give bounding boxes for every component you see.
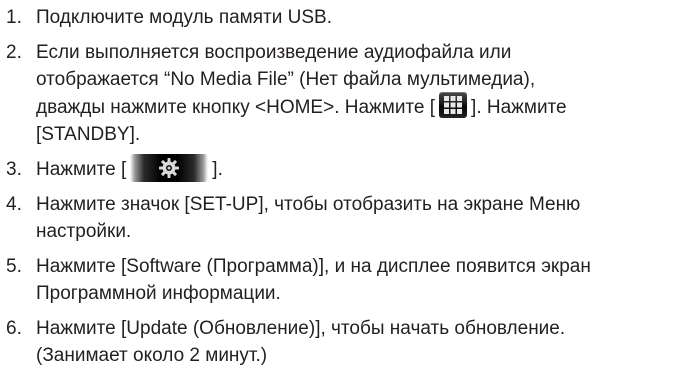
step-text: ].	[212, 158, 223, 180]
grid-menu-icon	[439, 92, 468, 119]
step-1: 1. Подключите модуль памяти USB.	[6, 4, 696, 32]
step-text-line: (Занимает около 2 минут.)	[36, 345, 268, 366]
step-2: 2. Если выполняется воспроизведение ауди…	[6, 39, 696, 149]
step-text-line: Если выполняется воспроизведение аудиофа…	[36, 41, 512, 63]
step-text-line: отображается “No Media File” (Нет файла …	[36, 69, 536, 90]
step-text-line: настройки.	[36, 221, 132, 242]
step-number: 2.	[6, 41, 22, 63]
step-body: Если выполняется воспроизведение аудиофа…	[36, 39, 696, 149]
step-text-line: [STANDBY].	[36, 124, 141, 145]
step-6: 6. Нажмите [Update (Обновление)], чтобы …	[6, 315, 696, 370]
step-number: 5.	[6, 255, 22, 277]
step-text: Подключите модуль памяти USB.	[36, 7, 332, 28]
step-5: 5. Нажмите [Software (Программа)], и на …	[6, 253, 696, 308]
step-text: Нажмите [	[36, 158, 127, 180]
step-text-line: Нажмите значок [SET-UP], чтобы отобразит…	[36, 193, 581, 215]
step-3: 3. Нажмите [].	[6, 153, 696, 184]
step-text-line: Нажмите [Software (Программа)], и на дис…	[36, 255, 591, 277]
step-text-line: ]. Нажмите	[471, 96, 567, 118]
step-body: Нажмите [Software (Программа)], и на дис…	[36, 253, 696, 308]
step-text-line: дважды нажмите кнопку <HOME>. Нажмите [	[36, 96, 436, 118]
step-text-line: Нажмите [Update (Обновление)], чтобы нач…	[36, 317, 566, 339]
step-number: 1.	[6, 7, 22, 28]
step-number: 3.	[6, 158, 22, 180]
step-number: 4.	[6, 193, 22, 215]
step-4: 4. Нажмите значок [SET-UP], чтобы отобра…	[6, 191, 696, 246]
step-number: 6.	[6, 317, 22, 339]
step-body: Нажмите [].	[36, 153, 696, 184]
instruction-list: 1. Подключите модуль памяти USB. 2. Если…	[6, 4, 696, 377]
step-body: Нажмите [Update (Обновление)], чтобы нач…	[36, 315, 696, 370]
gear-settings-icon	[130, 153, 209, 182]
step-body: Нажмите значок [SET-UP], чтобы отобразит…	[36, 191, 696, 246]
step-text-line: Программной информации.	[36, 283, 281, 304]
